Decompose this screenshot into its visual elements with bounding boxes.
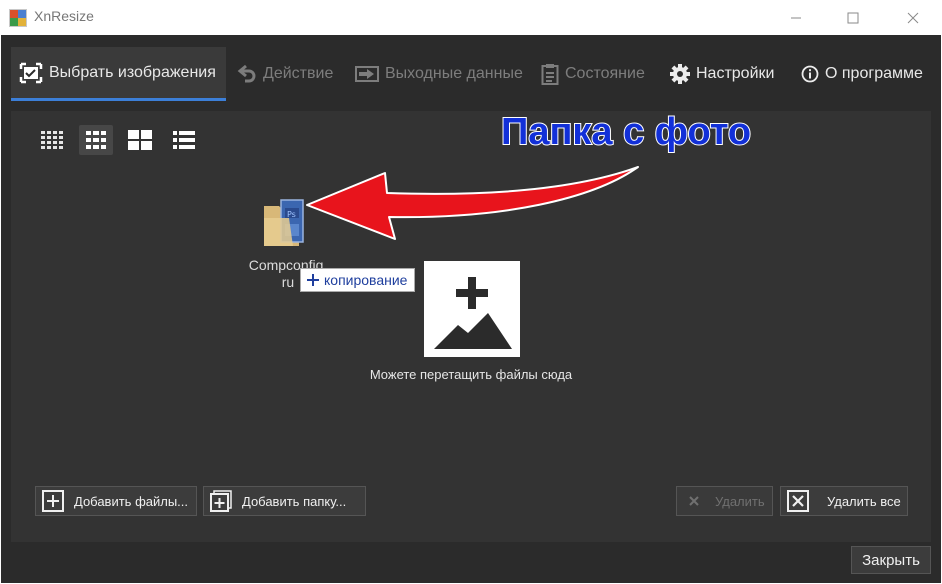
tab-select-images[interactable]: Выбрать изображения: [11, 47, 226, 101]
app-client-area: Выбрать изображения Действие Выходные да…: [1, 35, 941, 583]
tab-label: О программе: [825, 65, 923, 82]
maximize-button[interactable]: [830, 0, 876, 35]
close-window-button[interactable]: [890, 0, 936, 35]
add-folder-label: Добавить папку...: [242, 493, 347, 509]
delete-label: Удалить: [715, 493, 765, 509]
view-medium-grid-button[interactable]: [79, 125, 113, 155]
clipboard-icon: [541, 64, 559, 85]
add-image-icon: [434, 277, 512, 349]
add-file-icon: [42, 490, 64, 512]
output-arrow-icon: [355, 66, 379, 82]
list-icon: [173, 131, 195, 149]
close-button[interactable]: Закрыть: [851, 546, 931, 574]
medium-grid-icon: [86, 131, 106, 149]
maximize-icon: [847, 12, 859, 23]
image-list-panel[interactable]: Папка с фото Ps Compconfig. ru Можете пе…: [11, 110, 931, 542]
tab-label: Действие: [263, 65, 334, 82]
tab-label: Настройки: [696, 65, 775, 82]
copy-tooltip-text: копирование: [324, 272, 408, 288]
tab-label: Выходные данные: [385, 65, 523, 82]
drop-zone-caption: Можете перетащить файлы сюда: [369, 367, 573, 382]
title-bar: XnResize: [0, 0, 942, 35]
view-small-grid-button[interactable]: [35, 125, 69, 155]
tab-settings[interactable]: Настройки: [670, 47, 774, 101]
undo-arrow-icon: [237, 64, 256, 83]
folder-icon: Ps: [264, 199, 304, 246]
delete-button[interactable]: Удалить: [676, 486, 773, 516]
tab-about[interactable]: О программе: [801, 47, 923, 101]
xnresize-app-icon: [9, 9, 27, 27]
image-select-icon: [19, 62, 43, 83]
tab-output[interactable]: Выходные данные: [355, 47, 523, 101]
minimize-icon: [791, 17, 801, 18]
small-grid-icon: [41, 131, 63, 149]
delete-x-icon: [689, 496, 699, 506]
copy-tooltip: копирование: [300, 268, 416, 292]
tab-label: Выбрать изображения: [49, 63, 216, 81]
delete-all-label: Удалить все: [827, 493, 901, 509]
view-large-grid-button[interactable]: [123, 125, 157, 155]
annotation-label: Папка с фото: [500, 110, 752, 154]
add-folder-icon: [210, 490, 232, 512]
plus-icon: [307, 274, 319, 286]
tab-status[interactable]: Состояние: [541, 47, 645, 101]
drop-zone[interactable]: [424, 261, 520, 357]
minimize-button[interactable]: [773, 0, 819, 35]
tab-bar: Выбрать изображения Действие Выходные да…: [1, 47, 941, 101]
large-grid-icon: [128, 130, 152, 150]
svg-text:Ps: Ps: [287, 210, 296, 219]
info-icon: [801, 65, 819, 83]
gear-icon: [670, 64, 690, 84]
add-files-button[interactable]: Добавить файлы...: [35, 486, 197, 516]
add-folder-button[interactable]: Добавить папку...: [203, 486, 366, 516]
tab-label: Состояние: [565, 65, 645, 82]
view-list-button[interactable]: [167, 125, 201, 155]
tab-action[interactable]: Действие: [237, 47, 333, 101]
close-icon: [907, 12, 919, 23]
red-arrow-icon: [306, 166, 639, 240]
window-title: XnResize: [34, 8, 94, 24]
add-files-label: Добавить файлы...: [74, 493, 189, 509]
delete-all-icon: [787, 490, 809, 512]
delete-all-button[interactable]: Удалить все: [780, 486, 908, 516]
